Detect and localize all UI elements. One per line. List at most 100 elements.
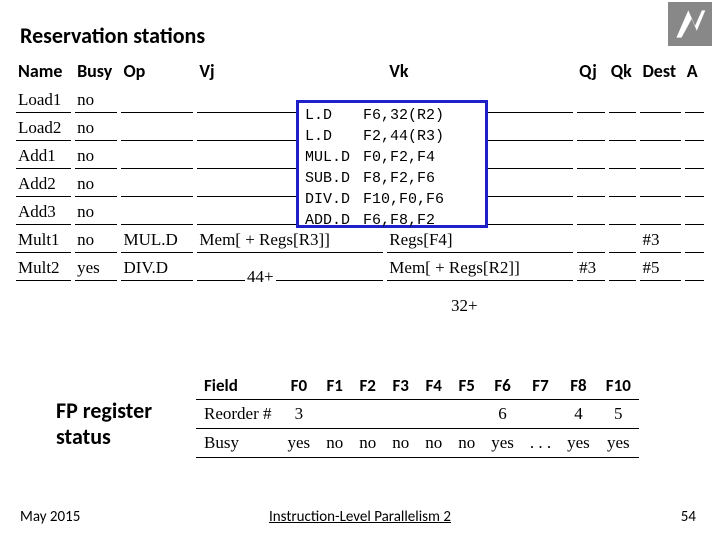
table-row: Mult2yesDIV.DMem[ + Regs[R2]]#3#5: [14, 254, 706, 282]
fp-cell: yes: [598, 429, 639, 458]
instruction-args: F0,F2,F4: [363, 147, 479, 168]
fp-cell: [417, 400, 450, 429]
rs-col-dest: Dest: [638, 58, 682, 86]
fp-col: F6: [483, 372, 522, 400]
rs-cell-qk: [607, 170, 639, 198]
rs-cell-a: [683, 226, 706, 254]
fp-header-row: FieldF0F1F2F3F4F5F6F7F8F10: [196, 372, 639, 400]
fp-cell: no: [450, 429, 483, 458]
rs-cell-qj: [575, 198, 607, 226]
rs-cell-a: [683, 254, 706, 282]
rs-col-name: Name: [14, 58, 73, 86]
rs-cell-qj: [575, 170, 607, 198]
rs-cell-op: MUL.D: [119, 226, 195, 254]
rs-cell-qk: [607, 254, 639, 282]
fp-cell: 3: [280, 400, 319, 429]
instruction-sequence-box: L.DF6,32(R2)L.DF2,44(R3)MUL.DF0,F2,F4SUB…: [296, 100, 488, 228]
rs-cell-dest: [638, 86, 682, 114]
fp-reorder-label: Reorder #: [196, 400, 280, 429]
fp-register-status-label: FP register status: [56, 398, 152, 450]
instruction-args: F10,F0,F6: [363, 189, 479, 210]
rs-cell-name: Add1: [14, 142, 73, 170]
fp-cell: no: [318, 429, 351, 458]
fp-col: F7: [522, 372, 559, 400]
fp-col: F2: [351, 372, 384, 400]
fp-register-status-table: FieldF0F1F2F3F4F5F6F7F8F10 Reorder #3645…: [196, 372, 639, 458]
rs-col-op: Op: [119, 58, 195, 86]
footer-course: Instruction-Level Parallelism 2: [0, 508, 720, 526]
fp-field-label: Field: [196, 372, 280, 400]
rs-cell-qj: [575, 142, 607, 170]
rs-cell-name: Add3: [14, 198, 73, 226]
rs-cell-dest: [638, 142, 682, 170]
rs-cell-dest: #5: [638, 254, 682, 282]
footer-page-number: 54: [681, 508, 696, 526]
rs-col-qk: Qk: [607, 58, 639, 86]
rs-cell-qk: [607, 86, 639, 114]
rs-cell-qk: [607, 198, 639, 226]
instruction-row: ADD.DF6,F8,F2: [305, 210, 479, 231]
fp-reorder-row: Reorder #3645: [196, 400, 639, 429]
fp-cell: [450, 400, 483, 429]
rs-cell-op: [119, 86, 195, 114]
fp-cell: [351, 400, 384, 429]
rs-col-vj: Vj: [195, 58, 385, 86]
instruction-op: ADD.D: [305, 210, 363, 231]
rs-cell-op: [119, 198, 195, 226]
slide-footer: May 2015 Instruction-Level Parallelism 2…: [0, 508, 720, 530]
fp-cell: [522, 400, 559, 429]
fp-col: F10: [598, 372, 639, 400]
instruction-row: DIV.DF10,F0,F6: [305, 189, 479, 210]
fp-col: F8: [559, 372, 598, 400]
rs-cell-op: [119, 170, 195, 198]
rs-cell-busy: no: [73, 226, 119, 254]
instruction-row: MUL.DF0,F2,F4: [305, 147, 479, 168]
rs-cell-qk: [607, 142, 639, 170]
rs-cell-busy: no: [73, 142, 119, 170]
rs-cell-vj: [195, 254, 385, 282]
fp-cell: yes: [559, 429, 598, 458]
fp-col: F3: [384, 372, 417, 400]
fp-busy-row: Busyyesnononononoyes. . .yesyes: [196, 429, 639, 458]
rs-cell-vk: Mem[ + Regs[R2]]: [385, 254, 575, 282]
rs-cell-dest: [638, 170, 682, 198]
rs-cell-busy: no: [73, 170, 119, 198]
fp-cell: no: [417, 429, 450, 458]
fp-col: F4: [417, 372, 450, 400]
fp-cell: [318, 400, 351, 429]
fp-cell: [384, 400, 417, 429]
rs-cell-a: [683, 142, 706, 170]
fp-cell: no: [384, 429, 417, 458]
fp-cell: 4: [559, 400, 598, 429]
rs-cell-name: Add2: [14, 170, 73, 198]
instruction-args: F8,F2,F6: [363, 168, 479, 189]
rs-cell-busy: yes: [73, 254, 119, 282]
fp-label-line1: FP register: [56, 397, 152, 424]
rs-cell-name: Load2: [14, 114, 73, 142]
instruction-op: L.D: [305, 126, 363, 147]
fp-col: F1: [318, 372, 351, 400]
instruction-args: F6,F8,F2: [363, 210, 479, 231]
fp-col: F0: [280, 372, 319, 400]
fp-cell: 6: [483, 400, 522, 429]
fp-cell: yes: [483, 429, 522, 458]
slide-title: Reservation stations: [20, 22, 205, 49]
rs-cell-op: [119, 114, 195, 142]
overlay-value-44: 44+: [245, 267, 276, 287]
instruction-op: DIV.D: [305, 189, 363, 210]
fp-busy-label: Busy: [196, 429, 280, 458]
rs-cell-dest: #3: [638, 226, 682, 254]
fp-cell: . . .: [522, 429, 559, 458]
instruction-row: L.DF6,32(R2): [305, 105, 479, 126]
fp-label-line2: status: [56, 423, 111, 450]
fp-cell: yes: [280, 429, 319, 458]
institution-logo-icon: [668, 2, 712, 46]
rs-cell-a: [683, 198, 706, 226]
instruction-op: SUB.D: [305, 168, 363, 189]
rs-cell-name: Mult1: [14, 226, 73, 254]
rs-cell-busy: no: [73, 114, 119, 142]
rs-cell-name: Load1: [14, 86, 73, 114]
rs-cell-a: [683, 86, 706, 114]
rs-col-busy: Busy: [73, 58, 119, 86]
fp-col: F5: [450, 372, 483, 400]
